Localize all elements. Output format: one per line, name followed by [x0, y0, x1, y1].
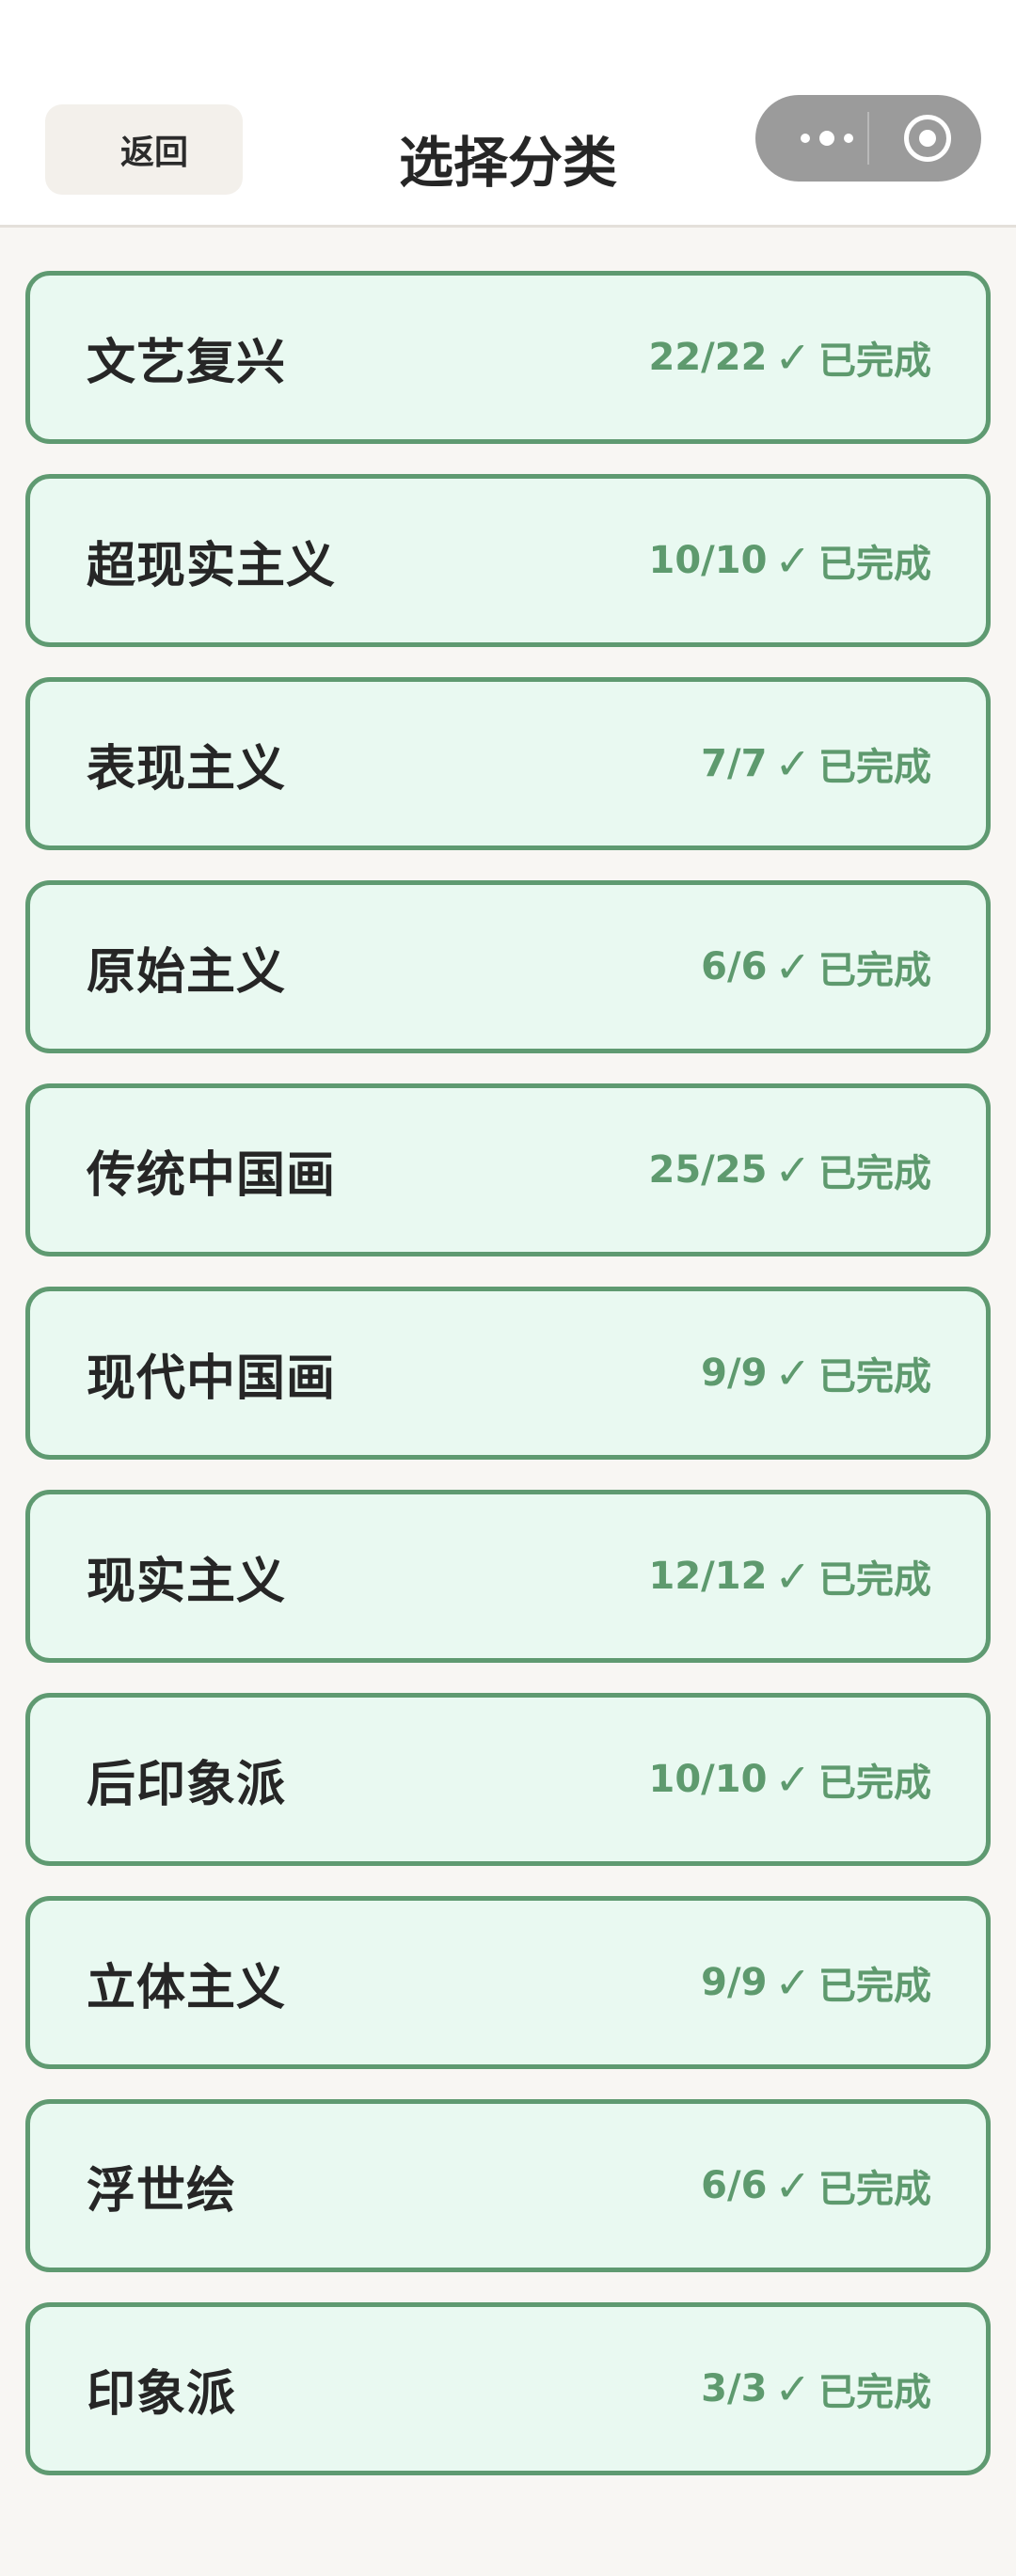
more-dots-icon[interactable]: [787, 95, 866, 182]
category-name: 后印象派: [87, 1756, 287, 1813]
category-status: 3/3 ✓ 已完成: [701, 2362, 931, 2416]
progress-count: 25/25: [648, 1148, 768, 1192]
category-name: 立体主义: [87, 1959, 287, 2016]
progress-count: 22/22: [648, 336, 768, 379]
category-name: 传统中国画: [87, 1146, 337, 1204]
category-status: 12/12 ✓ 已完成: [649, 1549, 931, 1604]
category-list: 文艺复兴 22/22 ✓ 已完成 超现实主义 10/10 ✓ 已完成 表现主义 …: [25, 271, 991, 2505]
check-icon: ✓: [774, 2363, 811, 2414]
category-status: 10/10 ✓ 已完成: [649, 533, 931, 588]
status-label: 已完成: [818, 1965, 931, 2008]
progress-count: 9/9: [701, 1961, 768, 2004]
check-icon: ✓: [774, 1145, 811, 1195]
category-name: 超现实主义: [87, 537, 337, 594]
category-card[interactable]: 现代中国画 9/9 ✓ 已完成: [25, 1287, 991, 1460]
progress-count: 6/6: [701, 945, 768, 988]
target-circle-icon[interactable]: [904, 115, 951, 162]
category-card[interactable]: 表现主义 7/7 ✓ 已完成: [25, 677, 991, 850]
category-card[interactable]: 现实主义 12/12 ✓ 已完成: [25, 1490, 991, 1663]
category-name: 现代中国画: [87, 1350, 337, 1407]
status-label: 已完成: [818, 2371, 931, 2414]
category-card[interactable]: 印象派 3/3 ✓ 已完成: [25, 2302, 991, 2475]
category-status: 25/25 ✓ 已完成: [649, 1143, 931, 1197]
progress-count: 10/10: [648, 539, 768, 582]
category-name: 原始主义: [87, 943, 287, 1001]
status-label: 已完成: [818, 1558, 931, 1602]
header: 返回 选择分类: [0, 0, 1016, 228]
category-status: 6/6 ✓ 已完成: [701, 2158, 931, 2213]
category-card[interactable]: 后印象派 10/10 ✓ 已完成: [25, 1693, 991, 1866]
category-status: 22/22 ✓ 已完成: [649, 330, 931, 385]
category-status: 9/9 ✓ 已完成: [701, 1955, 931, 2010]
check-icon: ✓: [774, 1754, 811, 1805]
capsule-divider: [867, 112, 869, 165]
check-icon: ✓: [774, 738, 811, 789]
category-card[interactable]: 立体主义 9/9 ✓ 已完成: [25, 1896, 991, 2069]
progress-count: 12/12: [648, 1555, 768, 1598]
category-status: 10/10 ✓ 已完成: [649, 1752, 931, 1807]
status-label: 已完成: [818, 746, 931, 789]
check-icon: ✓: [774, 535, 811, 586]
category-status: 7/7 ✓ 已完成: [701, 736, 931, 791]
progress-count: 9/9: [701, 1351, 768, 1395]
category-card[interactable]: 文艺复兴 22/22 ✓ 已完成: [25, 271, 991, 444]
category-card[interactable]: 原始主义 6/6 ✓ 已完成: [25, 880, 991, 1053]
status-label: 已完成: [818, 2168, 931, 2211]
category-name: 表现主义: [87, 740, 287, 798]
category-name: 现实主义: [87, 1553, 287, 1610]
category-name: 浮世绘: [87, 2162, 237, 2220]
status-label: 已完成: [818, 543, 931, 586]
progress-count: 10/10: [648, 1758, 768, 1801]
category-card[interactable]: 超现实主义 10/10 ✓ 已完成: [25, 474, 991, 647]
check-icon: ✓: [774, 941, 811, 992]
progress-count: 7/7: [701, 742, 768, 785]
category-status: 9/9 ✓ 已完成: [701, 1346, 931, 1400]
category-status: 6/6 ✓ 已完成: [701, 940, 931, 994]
status-label: 已完成: [818, 1762, 931, 1805]
progress-count: 3/3: [701, 2367, 768, 2410]
status-label: 已完成: [818, 340, 931, 383]
category-name: 印象派: [87, 2365, 237, 2423]
check-icon: ✓: [774, 332, 811, 383]
status-label: 已完成: [818, 1355, 931, 1399]
status-label: 已完成: [818, 1152, 931, 1195]
mini-program-capsule: [755, 95, 981, 182]
category-card[interactable]: 传统中国画 25/25 ✓ 已完成: [25, 1083, 991, 1256]
check-icon: ✓: [774, 1551, 811, 1602]
check-icon: ✓: [774, 1957, 811, 2008]
progress-count: 6/6: [701, 2164, 768, 2207]
check-icon: ✓: [774, 1348, 811, 1399]
status-label: 已完成: [818, 949, 931, 992]
check-icon: ✓: [774, 2160, 811, 2211]
category-name: 文艺复兴: [87, 334, 287, 391]
category-card[interactable]: 浮世绘 6/6 ✓ 已完成: [25, 2099, 991, 2272]
